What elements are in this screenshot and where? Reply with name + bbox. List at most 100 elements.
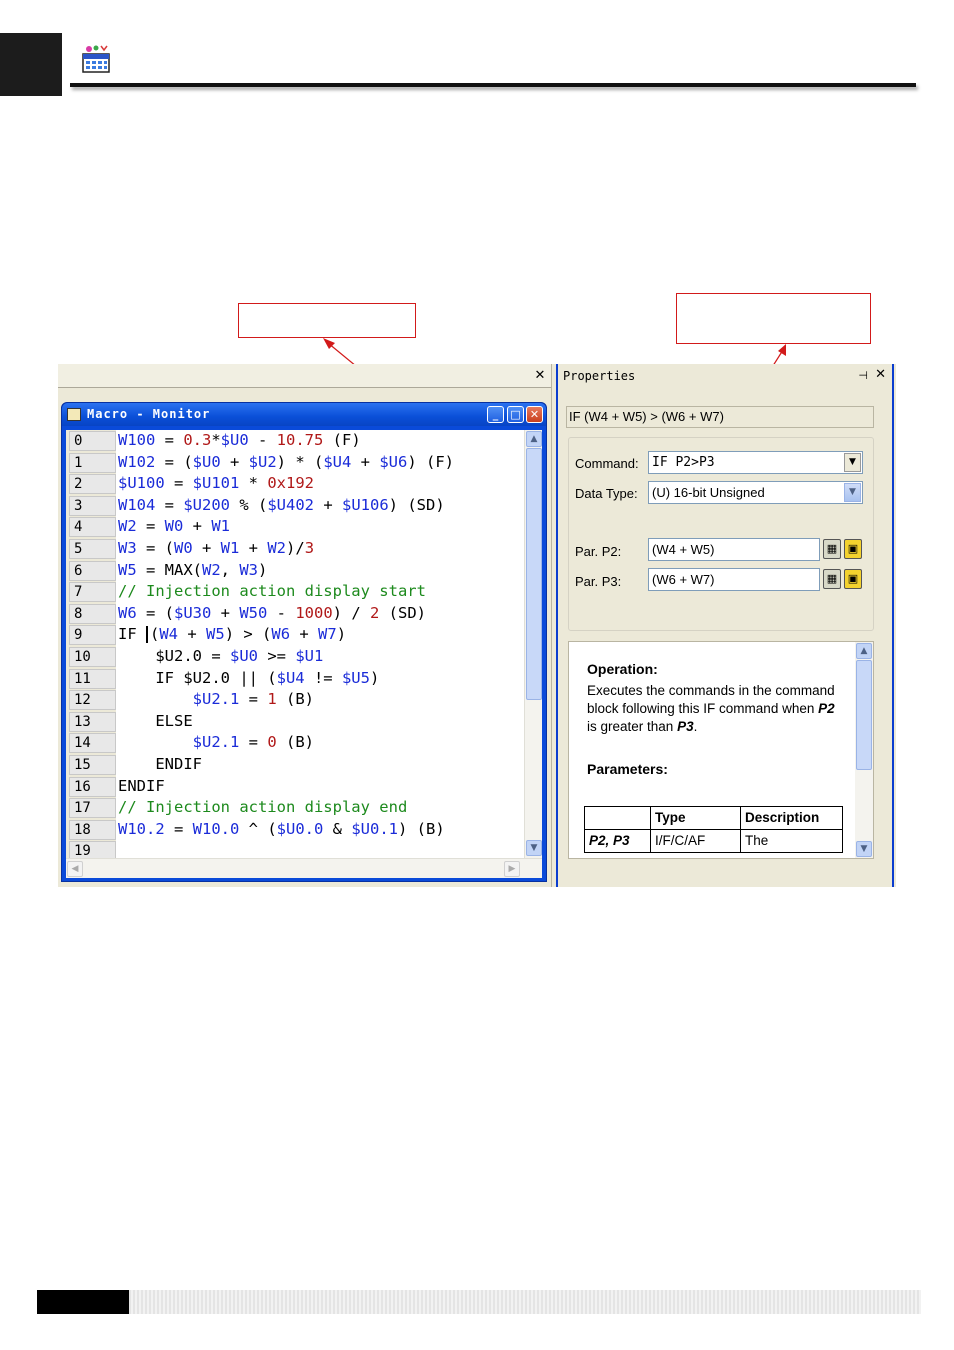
code-line[interactable]: 8 W6 = ($U30 + W50 - 1000) / 2 (SD) bbox=[66, 603, 524, 625]
minimize-button[interactable]: _ bbox=[487, 406, 504, 423]
code-line[interactable]: 10 $U2.0 = $U0 >= $U1 bbox=[66, 646, 524, 668]
code-token: ) (B) bbox=[398, 819, 445, 838]
code-text: $U2.0 = $U0 >= $U1 bbox=[118, 646, 323, 668]
p3-register-icon[interactable]: ▣ bbox=[844, 569, 862, 589]
code-token: & bbox=[323, 819, 352, 838]
code-line[interactable]: 16 ENDIF bbox=[66, 776, 524, 798]
code-token: - bbox=[248, 431, 277, 449]
code-line[interactable]: 18 W10.2 = W10.0 ^ ($U0.0 & $U0.1) (B) bbox=[66, 819, 524, 841]
command-value: IF P2>P3 bbox=[652, 455, 715, 470]
code-token: W5 bbox=[206, 625, 225, 644]
code-text: IF (W4 + W5) > (W6 + W7) bbox=[118, 624, 346, 646]
macro-window-icon bbox=[67, 408, 81, 421]
command-label: Command: bbox=[575, 456, 639, 471]
macro-window[interactable]: Macro - Monitor _ □ ✕ 0 W100 = 0.3*$U0 - … bbox=[61, 402, 547, 882]
datatype-label: Data Type: bbox=[575, 486, 638, 501]
p3-label: Par. P3: bbox=[575, 574, 622, 589]
parameters-group: Command: IF P2>P3 ▼ Data Type: (U) 16-bi… bbox=[568, 437, 874, 631]
command-select[interactable]: IF P2>P3 ▼ bbox=[648, 451, 863, 474]
code-line[interactable]: 17// Injection action display end bbox=[66, 797, 524, 819]
code-token: $U4 bbox=[276, 668, 305, 687]
text-cursor bbox=[146, 626, 148, 644]
code-line[interactable]: 6 W5 = MAX(W2, W3) bbox=[66, 560, 524, 582]
macro-window-titlebar[interactable]: Macro - Monitor _ □ ✕ bbox=[62, 403, 546, 426]
code-line[interactable]: 4 W2 = W0 + W1 bbox=[66, 516, 524, 538]
scroll-up-icon[interactable]: ▲ bbox=[526, 431, 542, 447]
code-vertical-scrollbar[interactable]: ▲ ▼ bbox=[524, 430, 542, 858]
help-scroll-up-icon[interactable]: ▲ bbox=[856, 643, 872, 659]
code-token: $U0 bbox=[229, 647, 258, 665]
help-scroll-thumb[interactable] bbox=[856, 660, 872, 770]
code-token: >= bbox=[257, 647, 296, 665]
code-token: 3 bbox=[304, 539, 315, 557]
datatype-dropdown-icon[interactable]: ▼ bbox=[844, 483, 861, 502]
code-line[interactable]: 13 ELSE bbox=[66, 711, 524, 733]
scroll-thumb[interactable] bbox=[526, 448, 542, 700]
code-token: + bbox=[178, 625, 207, 644]
code-token: W10.2 bbox=[118, 819, 165, 838]
code-line[interactable]: 12 $U2.1 = 1 (B) bbox=[66, 689, 524, 711]
code-token: $U100 bbox=[118, 474, 165, 493]
code-editor[interactable]: 0 W100 = 0.3*$U0 - 10.75 (F) 1 W102 = ($U0 … bbox=[66, 430, 542, 878]
code-text: ENDIF bbox=[118, 776, 165, 798]
p3-calculator-icon[interactable]: ▦ bbox=[823, 569, 841, 589]
p2-register-icon[interactable]: ▣ bbox=[844, 539, 862, 559]
code-token: + bbox=[290, 625, 319, 644]
code-token: W3 bbox=[239, 560, 259, 579]
help-content: Operation: Executes the commands in the … bbox=[587, 660, 847, 778]
code-token: W10.0 bbox=[192, 819, 240, 838]
p2-input[interactable]: (W4 + W5) bbox=[648, 538, 820, 561]
code-line[interactable]: 15 ENDIF bbox=[66, 754, 524, 776]
p3-input[interactable]: (W6 + W7) bbox=[648, 568, 820, 591]
code-line[interactable]: 9 IF (W4 + W5) > (W6 + W7) bbox=[66, 624, 524, 646]
command-dropdown-icon[interactable]: ▼ bbox=[844, 453, 861, 472]
code-token: IF bbox=[118, 625, 146, 644]
code-line[interactable]: 2 $U100 = $U101 * 0x192 bbox=[66, 473, 524, 495]
code-text: W5 = MAX(W2, W3) bbox=[118, 560, 267, 582]
help-vertical-scrollbar[interactable]: ▲ ▼ bbox=[855, 642, 873, 858]
help-scroll-down-icon[interactable]: ▼ bbox=[856, 841, 872, 857]
workspace-close-icon[interactable]: ✕ bbox=[532, 368, 548, 384]
code-token: + bbox=[351, 452, 380, 471]
pin-icon[interactable]: ⊣ bbox=[858, 369, 868, 383]
code-token: - bbox=[267, 603, 296, 622]
code-token: $U30 bbox=[174, 603, 212, 622]
code-text: W2 = W0 + W1 bbox=[118, 516, 230, 538]
code-token: = bbox=[155, 495, 184, 514]
code-line[interactable]: 7// Injection action display start bbox=[66, 581, 524, 603]
scroll-right-icon[interactable]: ▶ bbox=[504, 861, 520, 877]
code-horizontal-scrollbar[interactable]: ◀ ▶ bbox=[66, 858, 542, 878]
code-line[interactable]: 1 W102 = ($U0 + $U2) * ($U4 + $U6) (F) bbox=[66, 452, 524, 474]
code-token: W102 bbox=[118, 452, 156, 471]
code-token: ^ ( bbox=[239, 819, 277, 838]
p2-calculator-icon[interactable]: ▦ bbox=[823, 539, 841, 559]
code-token: W3 bbox=[118, 539, 137, 557]
code-token: ) / bbox=[332, 603, 370, 622]
code-token: $U2.1 bbox=[192, 690, 240, 709]
maximize-button[interactable]: □ bbox=[507, 406, 524, 423]
code-token: + bbox=[211, 603, 240, 622]
scroll-down-icon[interactable]: ▼ bbox=[526, 840, 542, 856]
code-token: $U0.1 bbox=[351, 819, 399, 838]
code-text: W10.2 = W10.0 ^ ($U0.0 & $U0.1) (B) bbox=[118, 819, 445, 841]
code-token: IF $U2.0 || ( bbox=[118, 668, 277, 687]
code-line[interactable]: 3 W104 = $U200 % ($U402 + $U106) (SD) bbox=[66, 495, 524, 517]
line-number: 12 bbox=[69, 690, 116, 711]
code-token: != bbox=[304, 668, 342, 687]
line-number: 1 bbox=[69, 452, 116, 473]
properties-close-icon[interactable]: ✕ bbox=[875, 367, 886, 383]
close-button[interactable]: ✕ bbox=[526, 406, 543, 423]
code-token: W50 bbox=[239, 603, 268, 622]
parameters-table: Type Description P2, P3 I/F/C/AF The bbox=[584, 806, 843, 853]
code-line[interactable]: 5 W3 = (W0 + W1 + W2)/3 bbox=[66, 538, 524, 560]
code-token: W1 bbox=[220, 539, 240, 557]
line-number: 3 bbox=[69, 495, 116, 516]
code-token: $U1 bbox=[295, 647, 324, 665]
code-line[interactable]: 0 W100 = 0.3*$U0 - 10.75 (F) bbox=[66, 430, 524, 452]
scroll-left-icon[interactable]: ◀ bbox=[67, 861, 83, 877]
code-token: // Injection action display start bbox=[118, 582, 426, 601]
datatype-select[interactable]: (U) 16-bit Unsigned ▼ bbox=[648, 481, 863, 504]
code-line[interactable]: 11 IF $U2.0 || ($U4 != $U5) bbox=[66, 668, 524, 690]
help-panel[interactable]: Operation: Executes the commands in the … bbox=[568, 641, 874, 859]
code-line[interactable]: 14 $U2.1 = 0 (B) bbox=[66, 732, 524, 754]
